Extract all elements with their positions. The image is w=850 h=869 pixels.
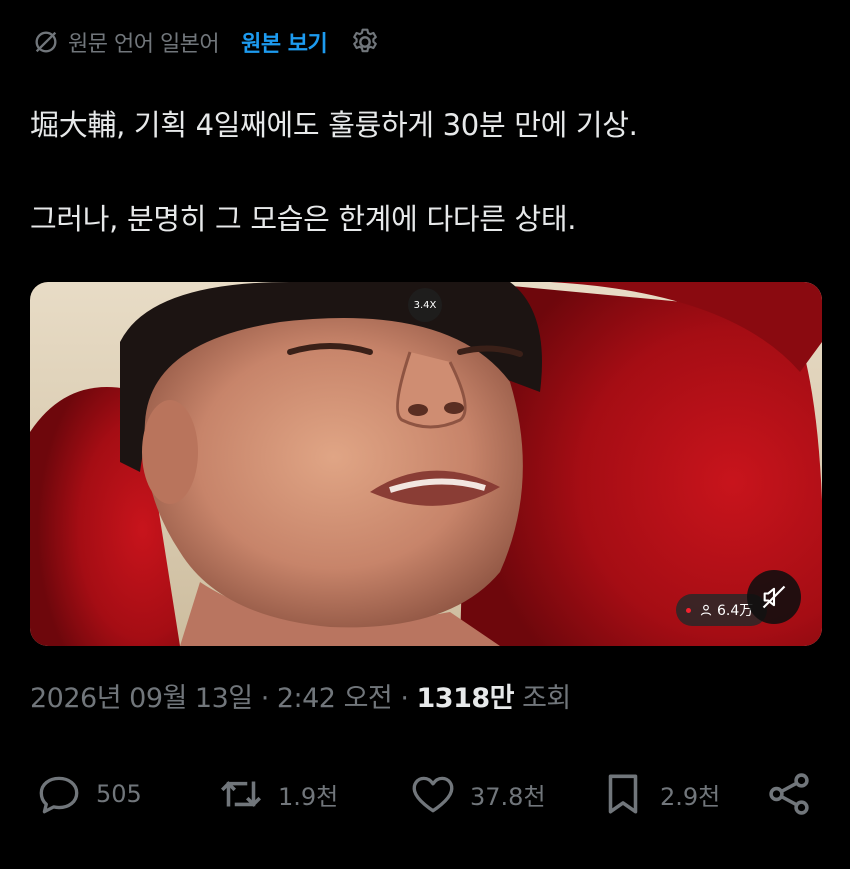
bookmark-icon: [608, 774, 638, 814]
repost-icon: [220, 781, 262, 807]
heart-icon: [412, 776, 454, 813]
views-suffix: 조회: [514, 683, 571, 714]
mute-button[interactable]: [747, 570, 801, 624]
tweet-meta: 2026년 09월 13일 · 2:42 오전 · 1318만 조회: [30, 676, 571, 715]
translation-bar: 원문 언어 일본어 원본 보기: [32, 24, 381, 60]
bookmark-button[interactable]: 2.9천: [598, 764, 720, 824]
tweet-line-1: 堀大輔, 기획 4일째에도 훌륭하게 30분 만에 기상.: [30, 108, 638, 142]
tweet-text: 堀大輔, 기획 4일째에도 훌륭하게 30분 만에 기상. 그러나, 분명히 그…: [30, 100, 830, 244]
bookmark-count: 2.9천: [660, 782, 721, 811]
like-count: 37.8천: [470, 782, 546, 811]
views-count: 1318만: [416, 683, 515, 714]
reply-count: 505: [96, 780, 142, 808]
share-button[interactable]: [764, 764, 814, 824]
reply-button[interactable]: 505: [34, 764, 142, 824]
gear-icon[interactable]: [349, 26, 381, 58]
post-datetime[interactable]: 2026년 09월 13일 · 2:42 오전 ·: [30, 683, 417, 714]
video-player[interactable]: 3.4X 6.4万: [30, 282, 822, 646]
share-icon: [769, 773, 809, 815]
video-frame: [30, 282, 822, 646]
tweet-actions: 505 1.9천 37.8천 2.9천: [34, 764, 824, 824]
zoom-badge[interactable]: 3.4X: [408, 288, 442, 322]
live-dot: [686, 607, 691, 613]
tweet-line-2: 그러나, 분명히 그 모습은 한계에 다다른 상태.: [30, 202, 577, 236]
like-button[interactable]: 37.8천: [408, 764, 546, 824]
repost-button[interactable]: 1.9천: [216, 764, 338, 824]
person-icon: [700, 604, 712, 616]
show-original-link[interactable]: 원본 보기: [241, 26, 328, 58]
reply-icon: [39, 776, 79, 814]
source-language-label: 원문 언어 일본어: [68, 32, 220, 57]
repost-count: 1.9천: [278, 782, 339, 811]
translate-globe-icon: [35, 31, 57, 53]
muted-speaker-icon: [762, 585, 786, 609]
